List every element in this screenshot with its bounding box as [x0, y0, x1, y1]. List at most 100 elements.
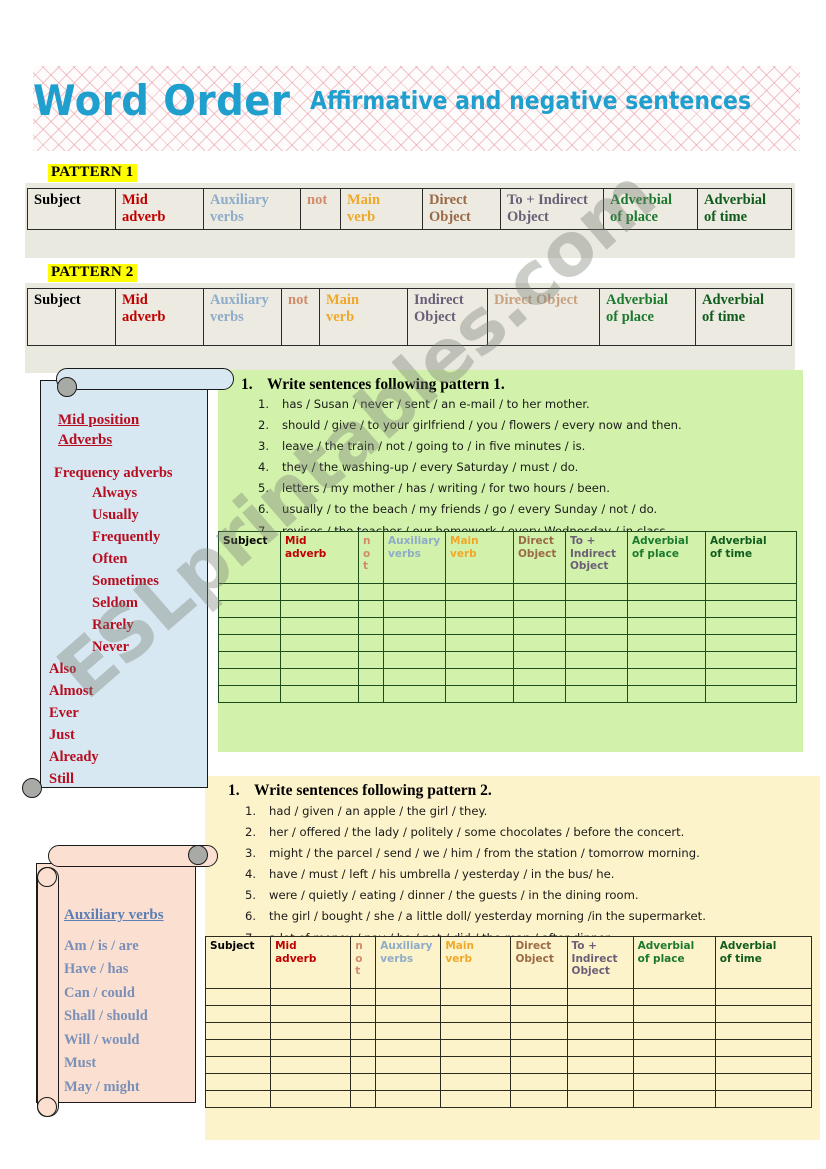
cell[interactable] — [632, 1005, 716, 1023]
cell[interactable] — [565, 685, 628, 703]
cell[interactable] — [510, 1022, 568, 1040]
cell[interactable] — [280, 651, 359, 669]
cell[interactable] — [566, 1056, 634, 1074]
exercise-2-answer-table[interactable]: Subject Mid adverb n o t Auxiliary verbs… — [204, 936, 813, 1108]
cell[interactable] — [627, 600, 706, 618]
cell[interactable] — [705, 600, 797, 618]
cell[interactable] — [566, 988, 634, 1006]
cell[interactable] — [358, 583, 384, 601]
cell[interactable] — [445, 651, 514, 669]
cell[interactable] — [714, 1005, 813, 1023]
cell[interactable] — [714, 1039, 813, 1057]
cell[interactable] — [358, 685, 384, 703]
cell[interactable] — [440, 1056, 512, 1074]
cell[interactable] — [280, 600, 359, 618]
cell[interactable] — [705, 634, 797, 652]
cell[interactable] — [445, 634, 514, 652]
cell[interactable] — [375, 1090, 442, 1108]
table-row[interactable] — [218, 634, 797, 652]
cell[interactable] — [440, 1022, 512, 1040]
table-row[interactable] — [204, 1056, 813, 1074]
cell[interactable] — [375, 1056, 442, 1074]
cell[interactable] — [513, 583, 566, 601]
cell[interactable] — [513, 634, 566, 652]
cell[interactable] — [445, 600, 514, 618]
table-row[interactable] — [218, 583, 797, 601]
cell[interactable] — [627, 685, 706, 703]
cell[interactable] — [510, 1090, 568, 1108]
cell[interactable] — [510, 988, 568, 1006]
table-row[interactable] — [204, 1090, 813, 1108]
cell[interactable] — [714, 1056, 813, 1074]
cell[interactable] — [383, 634, 446, 652]
cell[interactable] — [445, 685, 514, 703]
cell[interactable] — [358, 617, 384, 635]
cell[interactable] — [204, 1022, 272, 1040]
cell[interactable] — [627, 617, 706, 635]
cell[interactable] — [270, 1022, 352, 1040]
cell[interactable] — [627, 583, 706, 601]
cell[interactable] — [440, 988, 512, 1006]
cell[interactable] — [350, 1005, 377, 1023]
cell[interactable] — [204, 1056, 272, 1074]
cell[interactable] — [358, 634, 384, 652]
cell[interactable] — [445, 617, 514, 635]
cell[interactable] — [204, 1005, 272, 1023]
cell[interactable] — [270, 1005, 352, 1023]
cell[interactable] — [705, 685, 797, 703]
cell[interactable] — [566, 1005, 634, 1023]
table-row[interactable] — [204, 988, 813, 1006]
cell[interactable] — [375, 1005, 442, 1023]
table-row[interactable] — [218, 651, 797, 669]
table-row[interactable] — [218, 617, 797, 635]
cell[interactable] — [510, 1039, 568, 1057]
cell[interactable] — [350, 1073, 377, 1091]
cell[interactable] — [204, 988, 272, 1006]
cell[interactable] — [204, 1090, 272, 1108]
cell[interactable] — [440, 1005, 512, 1023]
cell[interactable] — [204, 1073, 272, 1091]
cell[interactable] — [705, 617, 797, 635]
cell[interactable] — [440, 1039, 512, 1057]
cell[interactable] — [280, 685, 359, 703]
cell[interactable] — [565, 634, 628, 652]
cell[interactable] — [632, 1073, 716, 1091]
cell[interactable] — [375, 988, 442, 1006]
cell[interactable] — [358, 651, 384, 669]
cell[interactable] — [375, 1022, 442, 1040]
cell[interactable] — [632, 1039, 716, 1057]
cell[interactable] — [383, 668, 446, 686]
cell[interactable] — [566, 1039, 634, 1057]
cell[interactable] — [350, 1022, 377, 1040]
cell[interactable] — [280, 617, 359, 635]
cell[interactable] — [632, 1090, 716, 1108]
cell[interactable] — [566, 1090, 634, 1108]
cell[interactable] — [513, 617, 566, 635]
cell[interactable] — [714, 1073, 813, 1091]
cell[interactable] — [510, 1056, 568, 1074]
cell[interactable] — [565, 617, 628, 635]
cell[interactable] — [565, 583, 628, 601]
cell[interactable] — [440, 1090, 512, 1108]
cell[interactable] — [513, 685, 566, 703]
cell[interactable] — [280, 583, 359, 601]
cell[interactable] — [383, 617, 446, 635]
table-row[interactable] — [218, 668, 797, 686]
cell[interactable] — [280, 668, 359, 686]
cell[interactable] — [705, 668, 797, 686]
table-row[interactable] — [218, 685, 797, 703]
cell[interactable] — [510, 1073, 568, 1091]
cell[interactable] — [280, 634, 359, 652]
cell[interactable] — [383, 651, 446, 669]
cell[interactable] — [445, 583, 514, 601]
cell[interactable] — [350, 988, 377, 1006]
cell[interactable] — [383, 583, 446, 601]
cell[interactable] — [565, 668, 628, 686]
cell[interactable] — [358, 668, 384, 686]
cell[interactable] — [566, 1022, 634, 1040]
cell[interactable] — [632, 1022, 716, 1040]
cell[interactable] — [513, 668, 566, 686]
cell[interactable] — [270, 988, 352, 1006]
cell[interactable] — [705, 651, 797, 669]
table-row[interactable] — [204, 1073, 813, 1091]
